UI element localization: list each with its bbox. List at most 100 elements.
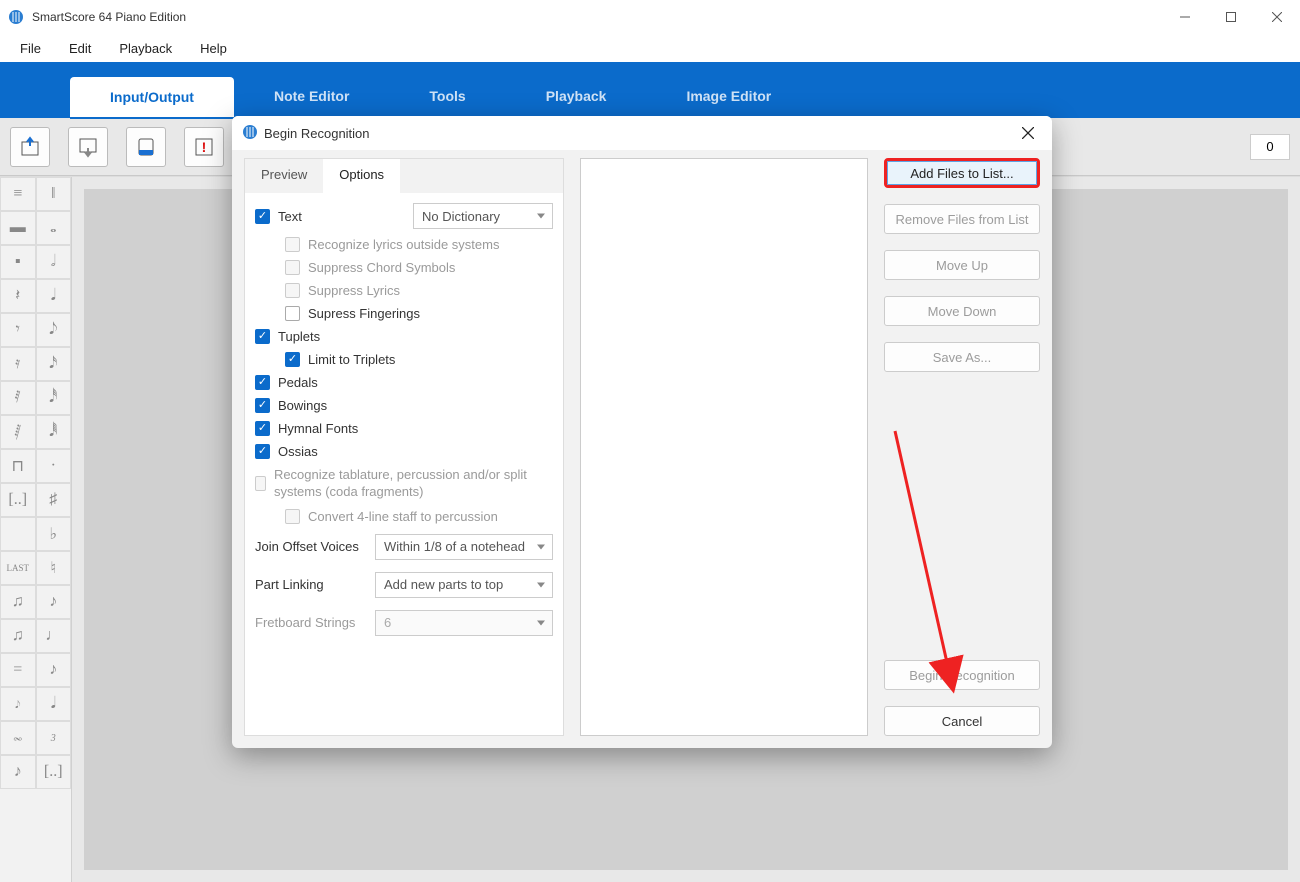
palette-icon[interactable]: = xyxy=(0,653,36,687)
label-fretboard: Fretboard Strings xyxy=(255,615,365,630)
add-files-button[interactable]: Add Files to List... xyxy=(884,158,1040,188)
palette-icon[interactable]: 3 xyxy=(36,721,72,755)
label-suppress-fingerings: Supress Fingerings xyxy=(308,306,420,321)
label-text: Text xyxy=(278,209,302,224)
dialog-sidebar-buttons: Add Files to List... Remove Files from L… xyxy=(884,158,1040,736)
palette-icon[interactable]: ♭ xyxy=(36,517,72,551)
checkbox-hymnal-fonts[interactable] xyxy=(255,421,270,436)
select-dictionary[interactable]: No Dictionary xyxy=(413,203,553,229)
checkbox-recognize-tablature[interactable] xyxy=(255,476,266,491)
palette-icon[interactable]: 𝄽 xyxy=(0,279,36,313)
tab-options[interactable]: Options xyxy=(323,159,400,193)
palette-icon[interactable]: ♩ xyxy=(36,619,72,653)
cancel-button[interactable]: Cancel xyxy=(884,706,1040,736)
palette-icon[interactable]: 𝅘𝅥𝅮 xyxy=(36,313,72,347)
palette-icon[interactable]: ⊓ xyxy=(0,449,36,483)
ribbon: Input/Output Note Editor Tools Playback … xyxy=(0,62,1300,118)
label-tuplets: Tuplets xyxy=(278,329,320,344)
palette-icon[interactable] xyxy=(0,517,36,551)
palette-icon[interactable]: ♫ xyxy=(0,585,36,619)
remove-files-button[interactable]: Remove Files from List xyxy=(884,204,1040,234)
checkbox-convert-4line[interactable] xyxy=(285,509,300,524)
palette-icon[interactable]: 𝅘𝅥𝅯 xyxy=(36,347,72,381)
palette-icon[interactable]: ♪ xyxy=(0,755,36,789)
ribbon-tab-playback[interactable]: Playback xyxy=(506,76,647,118)
palette-icon[interactable]: 𝄾 xyxy=(0,313,36,347)
checkbox-recognize-lyrics[interactable] xyxy=(285,237,300,252)
palette-icon[interactable]: 𝅘𝅥𝅰 xyxy=(36,381,72,415)
dialog-begin-recognition: Begin Recognition Preview Options Text N… xyxy=(232,116,1052,748)
toolbar-counter[interactable]: 0 xyxy=(1250,134,1290,160)
label-recognize-tablature: Recognize tablature, percussion and/or s… xyxy=(274,467,553,501)
move-up-button[interactable]: Move Up xyxy=(884,250,1040,280)
checkbox-pedals[interactable] xyxy=(255,375,270,390)
checkbox-suppress-fingerings[interactable] xyxy=(285,306,300,321)
minimize-button[interactable] xyxy=(1162,0,1208,34)
checkbox-suppress-lyrics[interactable] xyxy=(285,283,300,298)
toolbar-export-icon[interactable] xyxy=(68,127,108,167)
save-as-button[interactable]: Save As... xyxy=(884,342,1040,372)
menu-edit[interactable]: Edit xyxy=(55,37,105,60)
window-title: SmartScore 64 Piano Edition xyxy=(32,10,1162,24)
svg-text:!: ! xyxy=(202,139,207,155)
palette-icon[interactable]: 𝆕 xyxy=(0,687,36,721)
checkbox-text[interactable] xyxy=(255,209,270,224)
palette-icon[interactable]: 𝅗𝅥 xyxy=(36,245,72,279)
checkbox-limit-triplets[interactable] xyxy=(285,352,300,367)
palette-icon[interactable]: LAST xyxy=(0,551,36,585)
palette-icon[interactable]: 𝅁 xyxy=(0,415,36,449)
left-palette: ≡‖ ▬𝅝 ▪𝅗𝅥 𝄽𝅘𝅥 𝄾𝅘𝅥𝅮 𝄿𝅘𝅥𝅯 𝅀𝅘𝅥𝅰 𝅁𝅘𝅥𝅱 ⊓· [..… xyxy=(0,177,72,882)
palette-icon[interactable]: 𝅝 xyxy=(36,211,72,245)
palette-icon[interactable]: 𝆗 xyxy=(0,721,36,755)
palette-icon[interactable]: ≡ xyxy=(0,177,36,211)
label-hymnal-fonts: Hymnal Fonts xyxy=(278,421,358,436)
tab-preview[interactable]: Preview xyxy=(245,159,323,193)
palette-icon[interactable]: 𝅘𝅥 xyxy=(36,279,72,313)
palette-icon[interactable]: [..] xyxy=(0,483,36,517)
palette-icon[interactable]: 𝅀 xyxy=(0,381,36,415)
toolbar-import-icon[interactable] xyxy=(10,127,50,167)
palette-icon[interactable]: 𝅘𝅥𝅱 xyxy=(36,415,72,449)
begin-recognition-button[interactable]: Begin Recognition xyxy=(884,660,1040,690)
palette-icon[interactable]: ♮ xyxy=(36,551,72,585)
menu-playback[interactable]: Playback xyxy=(105,37,186,60)
maximize-button[interactable] xyxy=(1208,0,1254,34)
label-join-offset: Join Offset Voices xyxy=(255,539,365,554)
checkbox-bowings[interactable] xyxy=(255,398,270,413)
select-join-offset[interactable]: Within 1/8 of a notehead xyxy=(375,534,553,560)
palette-icon[interactable]: ♯ xyxy=(36,483,72,517)
label-suppress-chords: Suppress Chord Symbols xyxy=(308,260,455,275)
palette-icon[interactable]: ♪ xyxy=(36,585,72,619)
ribbon-tab-tools[interactable]: Tools xyxy=(389,76,505,118)
file-list-panel[interactable] xyxy=(580,158,868,736)
palette-icon[interactable]: ▪ xyxy=(0,245,36,279)
checkbox-tuplets[interactable] xyxy=(255,329,270,344)
dialog-close-button[interactable] xyxy=(1014,119,1042,147)
select-part-linking[interactable]: Add new parts to top xyxy=(375,572,553,598)
select-fretboard: 6 xyxy=(375,610,553,636)
close-window-button[interactable] xyxy=(1254,0,1300,34)
label-convert-4line: Convert 4-line staff to percussion xyxy=(308,509,498,524)
menu-file[interactable]: File xyxy=(6,37,55,60)
menu-help[interactable]: Help xyxy=(186,37,241,60)
checkbox-suppress-chords[interactable] xyxy=(285,260,300,275)
palette-icon[interactable]: 𝄿 xyxy=(0,347,36,381)
palette-icon[interactable]: ▬ xyxy=(0,211,36,245)
ribbon-tab-input-output[interactable]: Input/Output xyxy=(70,77,234,119)
ribbon-tab-note-editor[interactable]: Note Editor xyxy=(234,76,389,118)
palette-icon[interactable]: 𝅘𝅥 xyxy=(36,687,72,721)
ribbon-tab-image-editor[interactable]: Image Editor xyxy=(646,76,811,118)
options-panel: Preview Options Text No Dictionary Recog… xyxy=(244,158,564,736)
palette-icon[interactable]: [..] xyxy=(36,755,72,789)
palette-icon[interactable]: · xyxy=(36,449,72,483)
palette-icon[interactable]: ♫ xyxy=(0,619,36,653)
move-down-button[interactable]: Move Down xyxy=(884,296,1040,326)
palette-icon[interactable]: ♪ xyxy=(36,653,72,687)
toolbar-alert-icon[interactable]: ! xyxy=(184,127,224,167)
label-suppress-lyrics: Suppress Lyrics xyxy=(308,283,400,298)
palette-icon[interactable]: ‖ xyxy=(36,177,72,211)
titlebar: SmartScore 64 Piano Edition xyxy=(0,0,1300,34)
toolbar-device-icon[interactable] xyxy=(126,127,166,167)
label-bowings: Bowings xyxy=(278,398,327,413)
checkbox-ossias[interactable] xyxy=(255,444,270,459)
